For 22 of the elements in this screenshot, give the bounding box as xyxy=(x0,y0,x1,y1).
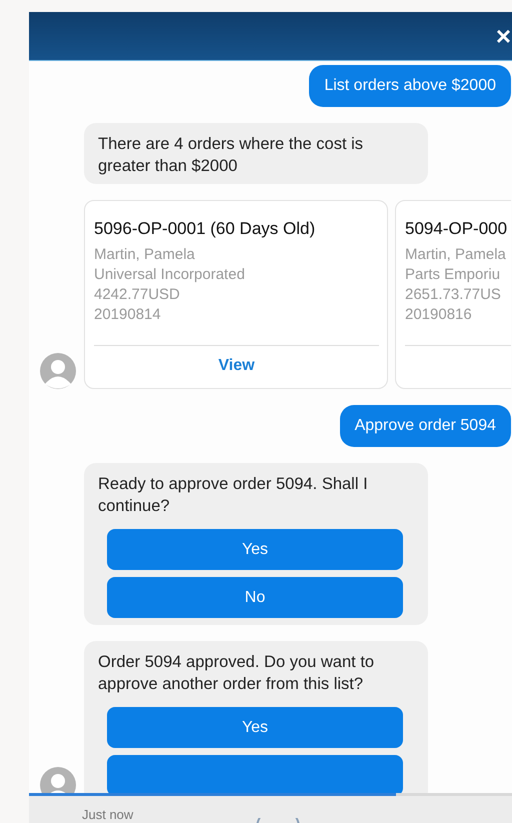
order-title: 5096-OP-0001 (60 Days Old) xyxy=(94,219,316,239)
order-detail: 20190814 xyxy=(94,305,162,325)
order-detail: Parts Emporiu xyxy=(405,265,502,285)
view-link[interactable]: View xyxy=(94,346,379,386)
reply-button[interactable]: Yes xyxy=(107,529,403,570)
order-detail: 2651.73.77US xyxy=(405,285,502,305)
reply-button[interactable] xyxy=(107,755,403,793)
bot-message-text: Ready to approve order 5094. Shall I continue? xyxy=(98,474,369,517)
reply-button[interactable]: Yes xyxy=(107,707,403,748)
user-message: Approve order 5094 xyxy=(340,405,511,447)
reply-button[interactable]: No xyxy=(107,577,403,618)
bot-message-text: There are 4 orders where the cost is greater than $2000 xyxy=(98,134,364,177)
bot-message-text: Order 5094 approved. Do you want to approve another order from this list? xyxy=(98,652,376,695)
order-title: 5094-OP-000 xyxy=(405,219,508,239)
order-detail: 20190816 xyxy=(405,305,473,325)
order-detail: 4242.77USD xyxy=(94,285,181,305)
order-detail: Martin, Pamela xyxy=(94,245,196,265)
timestamp: Just now xyxy=(82,807,134,822)
user-message: List orders above $2000 xyxy=(309,65,511,107)
close-button[interactable]: × xyxy=(494,23,512,49)
order-detail: Universal Incorporated xyxy=(94,265,246,285)
order-detail: Martin, Pamela xyxy=(405,245,507,265)
